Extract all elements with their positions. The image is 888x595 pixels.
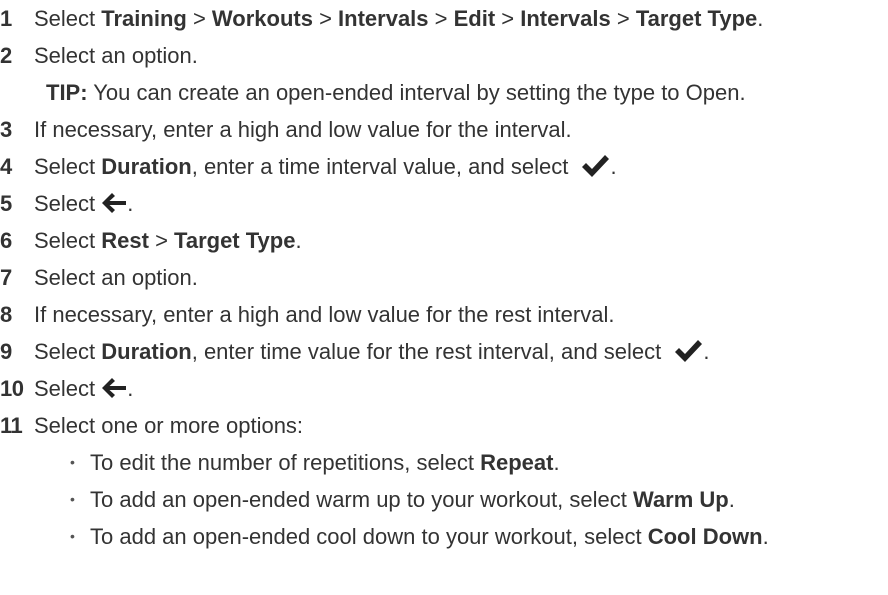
step-text-part: Select — [34, 154, 102, 179]
step-text: Select Training > Workouts > Intervals >… — [34, 1, 763, 37]
bullet-icon: • — [70, 454, 75, 471]
step-text-part: Select — [34, 228, 102, 253]
step-11: 11 Select one or more options: — [0, 408, 303, 444]
bullet-text: To add an open-ended warm up to your wor… — [90, 487, 633, 512]
menu-path-duration: Duration — [101, 339, 192, 364]
tip-text: You can create an open-ended interval by… — [87, 80, 746, 105]
step-text-part: . — [295, 228, 302, 253]
menu-path-intervals: Intervals — [520, 6, 611, 31]
step-text-part: Select — [34, 376, 102, 401]
menu-path-target-type: Target Type — [635, 6, 758, 31]
step-2: 2 Select an option. — [0, 38, 198, 74]
tip-note: TIP: You can create an open-ended interv… — [46, 75, 746, 111]
checkmark-icon — [580, 153, 610, 179]
back-arrow-icon — [101, 376, 127, 400]
step-number: 7 — [0, 265, 13, 290]
step-number: 6 — [0, 228, 13, 253]
option-repeat: • To edit the number of repetitions, sele… — [70, 445, 560, 481]
bullet-text: . — [762, 524, 769, 549]
step-text: Select Duration, enter a time interval v… — [34, 149, 617, 185]
step-text-part: . — [703, 339, 710, 364]
step-number: 3 — [0, 117, 13, 142]
step-text: Select an option. — [34, 265, 198, 290]
step-number: 10 — [0, 376, 24, 401]
step-8: 8 If necessary, enter a high and low valu… — [0, 297, 614, 333]
step-text-part: > — [495, 6, 521, 31]
step-1: 1 Select Training > Workouts > Intervals … — [0, 1, 763, 37]
step-4: 4 Select Duration, enter a time interval … — [0, 149, 617, 185]
step-text-part: Select — [34, 339, 102, 364]
step-text-part: , enter time value for the rest interval… — [191, 339, 668, 364]
step-text-part: > — [312, 6, 339, 31]
step-text-part: > — [186, 6, 212, 31]
option-cool-down: • To add an open-ended cool down to your … — [70, 519, 769, 555]
step-number: 5 — [0, 191, 13, 216]
bullet-text: . — [553, 450, 560, 475]
menu-path-training: Training — [101, 6, 187, 31]
step-text-part: . — [127, 191, 134, 216]
bullet-text: To edit the number of repetitions, selec… — [90, 450, 481, 475]
step-text: If necessary, enter a high and low value… — [34, 302, 615, 327]
step-text-part: , enter a time interval value, and selec… — [191, 154, 575, 179]
step-text-part: Select — [34, 191, 102, 216]
step-text: Select Rest > Target Type. — [34, 223, 302, 259]
menu-path-cool-down: Cool Down — [647, 524, 763, 549]
step-number: 8 — [0, 302, 13, 327]
step-10: 10 Select . — [0, 371, 133, 407]
step-text-part: . — [757, 6, 764, 31]
menu-path-edit: Edit — [453, 6, 496, 31]
step-text-part: > — [610, 6, 636, 31]
step-text-part: . — [610, 154, 617, 179]
tip-label: TIP: — [46, 80, 88, 105]
menu-path-rest: Rest — [101, 228, 149, 253]
checkmark-icon — [673, 338, 703, 364]
menu-path-duration: Duration — [101, 154, 192, 179]
step-5: 5 Select . — [0, 186, 133, 222]
step-text-part: > — [428, 6, 454, 31]
step-text: Select an option. — [34, 43, 198, 68]
menu-path-workouts: Workouts — [211, 6, 313, 31]
bullet-icon: • — [70, 491, 75, 508]
step-text: If necessary, enter a high and low value… — [34, 117, 572, 142]
back-arrow-icon — [101, 191, 127, 215]
step-number: 1 — [0, 6, 13, 31]
step-number: 11 — [0, 413, 23, 438]
step-6: 6 Select Rest > Target Type. — [0, 223, 302, 259]
bullet-text: To add an open-ended cool down to your w… — [90, 524, 648, 549]
step-number: 4 — [0, 154, 13, 179]
option-warm-up: • To add an open-ended warm up to your wo… — [70, 482, 735, 518]
bullet-text: . — [728, 487, 735, 512]
step-text-part: Select — [34, 6, 102, 31]
step-text-part: > — [148, 228, 175, 253]
menu-path-repeat: Repeat — [480, 450, 554, 475]
step-text: Select one or more options: — [34, 413, 304, 438]
step-text: Select . — [34, 186, 133, 222]
step-number: 9 — [0, 339, 13, 364]
menu-path-warm-up: Warm Up — [633, 487, 729, 512]
step-3: 3 If necessary, enter a high and low valu… — [0, 112, 572, 148]
step-text-part: . — [127, 376, 134, 401]
step-7: 7 Select an option. — [0, 260, 198, 296]
step-text: Select Duration, enter time value for th… — [34, 334, 710, 370]
step-9: 9 Select Duration, enter time value for t… — [0, 334, 710, 370]
menu-path-intervals: Intervals — [338, 6, 429, 31]
step-text: Select . — [34, 371, 133, 407]
bullet-icon: • — [70, 528, 75, 545]
menu-path-target-type: Target Type — [174, 228, 296, 253]
step-number: 2 — [0, 43, 13, 68]
